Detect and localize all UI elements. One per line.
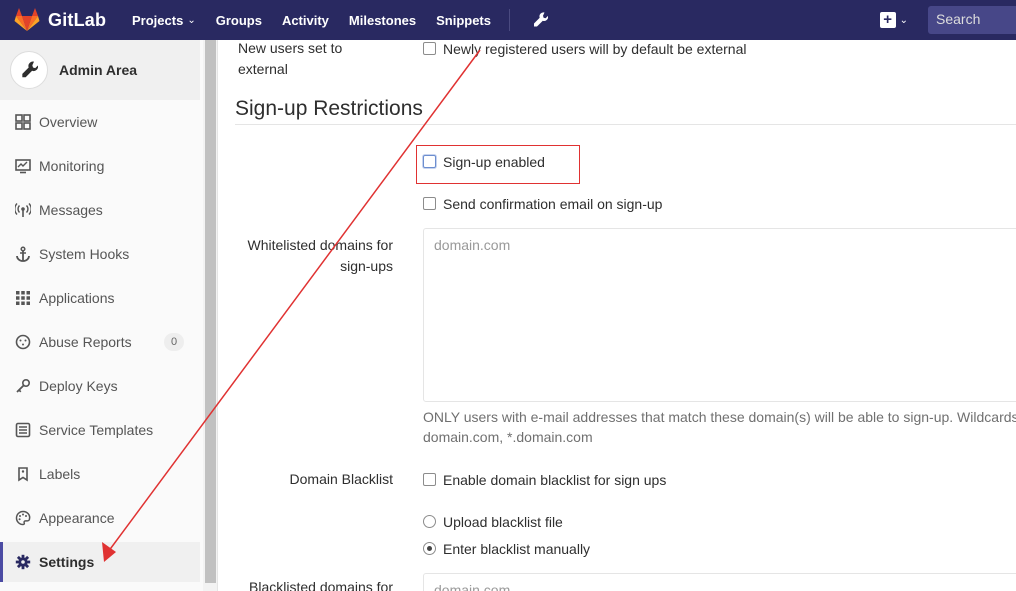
top-navbar: GitLab Projects ⌄ Groups Activity Milest… bbox=[0, 0, 1016, 40]
blacklisted-domains-label: Blacklisted domains for bbox=[249, 579, 393, 591]
nav-snippets[interactable]: Snippets bbox=[426, 0, 501, 40]
whitelist-label-line2: sign-ups bbox=[340, 258, 393, 274]
sidebar-item-label: Labels bbox=[39, 466, 81, 482]
external-users-checkbox[interactable] bbox=[423, 42, 436, 55]
brand[interactable]: GitLab bbox=[0, 8, 120, 32]
nav-milestones[interactable]: Milestones bbox=[339, 0, 426, 40]
new-dropdown-button[interactable]: + ⌄ bbox=[872, 0, 916, 40]
whitelist-help-line2: domain.com, *.domain.com bbox=[423, 429, 593, 445]
nav-groups[interactable]: Groups bbox=[206, 0, 272, 40]
enter-blacklist-label[interactable]: Enter blacklist manually bbox=[443, 540, 590, 558]
sidebar-item-deploy-keys[interactable]: Deploy Keys bbox=[0, 366, 200, 406]
blacklist-enable-checkbox[interactable] bbox=[423, 473, 436, 486]
domain-blacklist-label: Domain Blacklist bbox=[289, 471, 393, 487]
sidebar-item-label: Applications bbox=[39, 290, 115, 306]
grid-icon bbox=[14, 113, 32, 131]
nav-links: Projects ⌄ Groups Activity Milestones Sn… bbox=[122, 0, 560, 40]
blacklist-enable-label[interactable]: Enable domain blacklist for sign ups bbox=[443, 471, 666, 489]
nav-activity[interactable]: Activity bbox=[272, 0, 339, 40]
section-divider bbox=[235, 124, 1016, 125]
sidebar-item-appearance[interactable]: Appearance bbox=[0, 498, 200, 538]
sidebar-item-label: Service Templates bbox=[39, 422, 154, 438]
label-icon bbox=[14, 465, 32, 483]
whitelist-textarea[interactable]: domain.com bbox=[423, 228, 1016, 402]
sidebar-item-overview[interactable]: Overview bbox=[0, 102, 200, 142]
sidebar-item-abuse-reports[interactable]: Abuse Reports 0 bbox=[0, 322, 200, 362]
blacklist-textarea[interactable]: domain.com bbox=[423, 573, 1016, 591]
anchor-icon bbox=[14, 245, 32, 263]
template-icon bbox=[14, 421, 32, 439]
chevron-down-icon: ⌄ bbox=[899, 14, 908, 26]
chevron-down-icon: ⌄ bbox=[187, 14, 196, 26]
admin-avatar bbox=[10, 51, 48, 89]
sidebar-item-labels[interactable]: Labels bbox=[0, 454, 200, 494]
nav-right: + ⌄ Search bbox=[872, 0, 1016, 40]
apps-grid-icon bbox=[14, 289, 32, 307]
send-confirmation-checkbox[interactable] bbox=[423, 197, 436, 210]
send-confirmation-label[interactable]: Send confirmation email on sign-up bbox=[443, 195, 662, 213]
sidebar-item-settings[interactable]: Settings bbox=[0, 542, 200, 582]
enter-blacklist-radio[interactable] bbox=[423, 542, 436, 555]
sidebar-item-system-hooks[interactable]: System Hooks bbox=[0, 234, 200, 274]
plus-square-icon: + bbox=[879, 12, 896, 28]
abuse-reports-count-badge: 0 bbox=[164, 333, 184, 351]
upload-blacklist-label[interactable]: Upload blacklist file bbox=[443, 513, 563, 531]
sidebar-item-label: Appearance bbox=[39, 510, 115, 526]
whitelist-label: Whitelisted domains for sign-ups bbox=[218, 235, 393, 277]
nav-projects-label: Projects bbox=[132, 12, 184, 28]
sidebar-item-service-templates[interactable]: Service Templates bbox=[0, 410, 200, 450]
sidebar-item-label: Monitoring bbox=[39, 158, 105, 174]
whitelist-help-line1: ONLY users with e-mail addresses that ma… bbox=[423, 409, 1016, 425]
monitor-icon bbox=[14, 157, 32, 175]
palette-icon bbox=[14, 509, 32, 527]
sidebar-item-label: Settings bbox=[39, 554, 95, 570]
upload-blacklist-radio[interactable] bbox=[423, 515, 436, 528]
admin-area-link[interactable] bbox=[520, 0, 560, 40]
sidebar-item-applications[interactable]: Applications bbox=[0, 278, 200, 318]
search-input[interactable]: Search bbox=[928, 6, 1016, 34]
settings-form: New users set to external Newly register… bbox=[218, 40, 1016, 591]
annotation-highlight-box bbox=[416, 145, 580, 184]
nav-projects[interactable]: Projects ⌄ bbox=[122, 0, 206, 40]
face-icon bbox=[14, 333, 32, 351]
external-users-option[interactable]: Newly registered users will by default b… bbox=[443, 40, 746, 58]
admin-area-title: Admin Area bbox=[59, 62, 138, 78]
gear-icon bbox=[14, 553, 32, 571]
sidebar-item-label: Abuse Reports bbox=[39, 334, 132, 350]
gitlab-logo-icon bbox=[14, 8, 40, 31]
sidebar-item-label: Messages bbox=[39, 202, 103, 218]
section-title: Sign-up Restrictions bbox=[235, 97, 423, 120]
sidebar-item-messages[interactable]: Messages bbox=[0, 190, 200, 230]
external-users-label: New users set to external bbox=[238, 40, 343, 77]
wrench-icon bbox=[534, 12, 548, 27]
key-icon bbox=[14, 377, 32, 395]
nav-divider bbox=[509, 9, 510, 31]
admin-sidebar: Admin Area Overview Monitoring Messages … bbox=[0, 40, 218, 591]
wrench-icon bbox=[22, 61, 38, 78]
sidebar-item-monitoring[interactable]: Monitoring bbox=[0, 146, 200, 186]
sidebar-header[interactable]: Admin Area bbox=[0, 40, 200, 100]
sidebar-item-label: Overview bbox=[39, 114, 98, 130]
whitelist-label-line1: Whitelisted domains for bbox=[247, 237, 393, 253]
broadcast-icon bbox=[14, 201, 32, 219]
brand-name: GitLab bbox=[48, 9, 107, 30]
sidebar-scrollbar-thumb[interactable] bbox=[205, 40, 216, 583]
sidebar-item-label: Deploy Keys bbox=[39, 378, 118, 394]
sidebar-item-label: System Hooks bbox=[39, 246, 130, 262]
